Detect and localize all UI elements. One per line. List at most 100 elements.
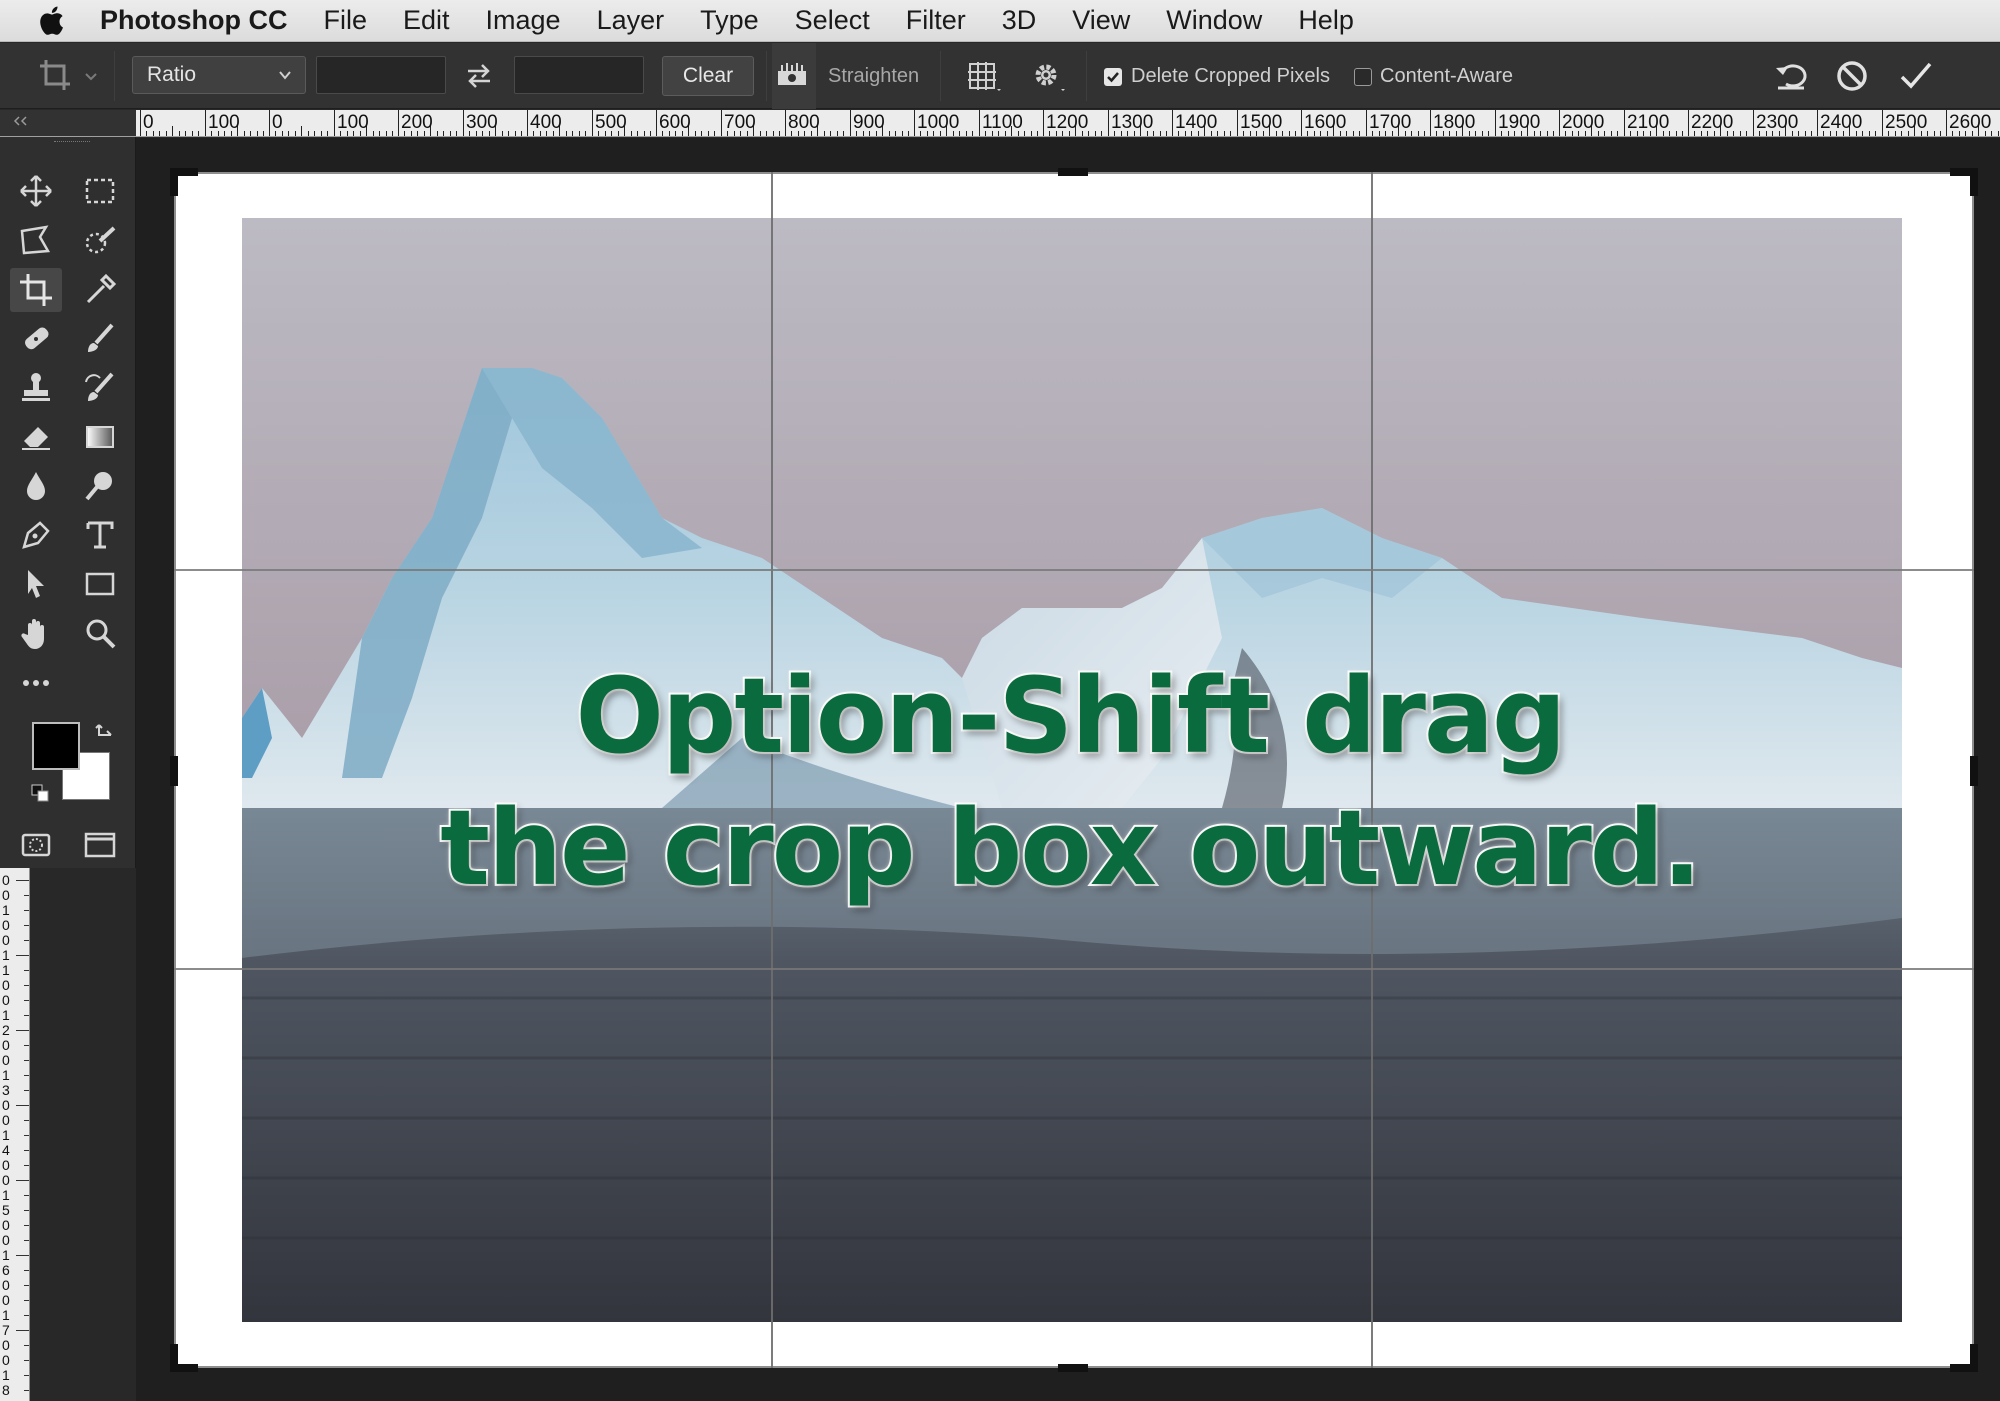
ruler-label: 0 bbox=[2, 992, 10, 1008]
clear-button[interactable]: Clear bbox=[662, 56, 754, 96]
ruler-minor-tick bbox=[450, 131, 451, 136]
swap-dimensions-icon[interactable] bbox=[464, 43, 496, 109]
ruler-tick bbox=[24, 1345, 29, 1346]
crop-handle-bottom-left[interactable] bbox=[170, 1344, 178, 1372]
crop-tool-preset-picker[interactable] bbox=[36, 43, 106, 109]
marquee-tool[interactable] bbox=[74, 169, 126, 213]
straighten-button[interactable] bbox=[772, 43, 816, 109]
height-field[interactable] bbox=[514, 56, 644, 94]
eraser-tool[interactable] bbox=[10, 415, 62, 459]
ruler-minor-tick bbox=[314, 131, 315, 136]
delete-cropped-label[interactable]: Delete Cropped Pixels bbox=[1131, 65, 1330, 88]
history-brush-tool[interactable] bbox=[74, 366, 126, 410]
collapse-panel-icon[interactable] bbox=[10, 112, 40, 132]
rectangle-tool[interactable] bbox=[74, 562, 126, 606]
polygonal-lasso-tool[interactable] bbox=[10, 219, 62, 263]
move-tool[interactable] bbox=[10, 169, 62, 213]
ruler-minor-tick bbox=[1811, 131, 1812, 136]
menu-layer[interactable]: Layer bbox=[597, 5, 665, 36]
default-colors-icon[interactable] bbox=[30, 783, 52, 805]
screen-mode-button[interactable] bbox=[74, 823, 126, 867]
brush-tool[interactable] bbox=[74, 317, 126, 361]
crop-tool[interactable] bbox=[10, 268, 62, 312]
ruler-minor-tick bbox=[515, 131, 516, 136]
crop-icon bbox=[40, 60, 97, 90]
path-selection-tool[interactable] bbox=[10, 562, 62, 606]
eyedropper-tool[interactable] bbox=[74, 268, 126, 312]
clone-stamp-tool[interactable] bbox=[10, 366, 62, 410]
ruler-label: 1 bbox=[2, 1127, 10, 1143]
ruler-minor-tick bbox=[837, 131, 838, 136]
crop-handle-top-right[interactable] bbox=[1970, 168, 1978, 196]
healing-brush-tool[interactable] bbox=[10, 317, 62, 361]
ruler-minor-tick bbox=[695, 131, 696, 136]
menu-image[interactable]: Image bbox=[486, 5, 561, 36]
ruler-tick bbox=[527, 110, 528, 136]
ratio-select[interactable]: Ratio bbox=[132, 56, 306, 94]
crop-handle-right[interactable] bbox=[1970, 756, 1978, 786]
straighten-label[interactable]: Straighten bbox=[828, 65, 919, 88]
ruler-label: 100 bbox=[208, 112, 240, 133]
cancel-crop-button[interactable] bbox=[1834, 43, 1878, 109]
gradient-tool[interactable] bbox=[74, 415, 126, 459]
ruler-tick bbox=[24, 985, 29, 986]
move-icon bbox=[20, 175, 52, 207]
foreground-color-swatch-top[interactable] bbox=[32, 722, 80, 770]
zoom-tool[interactable] bbox=[74, 611, 126, 655]
menu-window[interactable]: Window bbox=[1166, 5, 1262, 36]
crop-handle-top-left[interactable] bbox=[170, 168, 178, 196]
content-aware-label[interactable]: Content-Aware bbox=[1380, 65, 1513, 88]
ruler-minor-tick bbox=[437, 131, 438, 136]
menu-select[interactable]: Select bbox=[795, 5, 870, 36]
swap-colors-icon[interactable] bbox=[93, 721, 117, 745]
crop-handle-bottom-right[interactable] bbox=[1970, 1344, 1978, 1372]
menu-app[interactable]: Photoshop CC bbox=[100, 5, 287, 36]
ruler-label: 1700 bbox=[1369, 112, 1412, 133]
crop-handle-bottom[interactable] bbox=[1058, 1364, 1088, 1372]
ruler-minor-tick bbox=[1353, 131, 1354, 136]
dodge-tool[interactable] bbox=[74, 464, 126, 508]
quick-mask-button[interactable] bbox=[10, 823, 62, 867]
delete-cropped-checkbox[interactable] bbox=[1104, 68, 1122, 86]
menu-file[interactable]: File bbox=[323, 5, 367, 36]
separator bbox=[1086, 51, 1087, 101]
ruler-tick bbox=[24, 1135, 29, 1136]
chevron-down-icon bbox=[279, 71, 291, 80]
ruler-minor-tick bbox=[1875, 131, 1876, 136]
ruler-minor-tick bbox=[779, 131, 780, 136]
quick-selection-tool[interactable] bbox=[74, 219, 126, 263]
ruler-label: 1 bbox=[2, 902, 10, 918]
blur-tool[interactable] bbox=[10, 464, 62, 508]
menu-help[interactable]: Help bbox=[1298, 5, 1354, 36]
hand-tool[interactable] bbox=[10, 611, 62, 655]
separator bbox=[766, 51, 767, 101]
apple-icon[interactable] bbox=[36, 4, 66, 38]
pen-tool[interactable] bbox=[10, 513, 62, 557]
commit-crop-button[interactable] bbox=[1898, 43, 1942, 109]
width-field[interactable] bbox=[316, 56, 446, 94]
menu-3d[interactable]: 3D bbox=[1002, 5, 1037, 36]
ruler-tick bbox=[16, 1105, 29, 1106]
ruler-tick bbox=[334, 110, 335, 136]
menu-view[interactable]: View bbox=[1072, 5, 1130, 36]
ruler-minor-tick bbox=[521, 131, 522, 136]
crop-handle-top[interactable] bbox=[1058, 168, 1088, 176]
type-tool[interactable] bbox=[74, 513, 126, 557]
panel-grip[interactable] bbox=[54, 141, 90, 144]
ruler-label: 4 bbox=[2, 1142, 10, 1158]
content-aware-checkbox[interactable] bbox=[1354, 68, 1372, 86]
menu-filter[interactable]: Filter bbox=[906, 5, 966, 36]
crop-settings-button[interactable] bbox=[1026, 43, 1070, 109]
crop-handle-left[interactable] bbox=[170, 756, 178, 786]
overlay-options-button[interactable] bbox=[962, 43, 1006, 109]
edit-toolbar-button[interactable] bbox=[10, 661, 62, 705]
ruler-minor-tick bbox=[902, 131, 903, 136]
ruler-label: 0 bbox=[2, 872, 10, 888]
menu-type[interactable]: Type bbox=[700, 5, 759, 36]
gradient-icon bbox=[86, 426, 114, 448]
ruler-minor-tick bbox=[301, 126, 302, 136]
ruler-label: 7 bbox=[2, 1322, 10, 1338]
reset-crop-button[interactable] bbox=[1772, 43, 1816, 109]
ruler-minor-tick bbox=[1611, 131, 1612, 136]
menu-edit[interactable]: Edit bbox=[403, 5, 450, 36]
